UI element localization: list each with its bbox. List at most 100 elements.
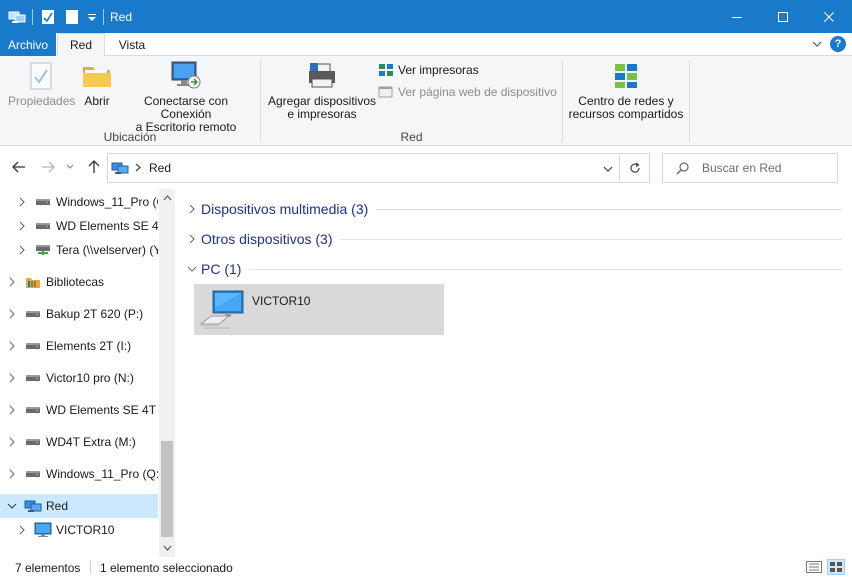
web-page-icon	[378, 86, 393, 98]
centro-de-redes-button[interactable]: Centro de redes y recursos compartidos	[565, 60, 687, 121]
breadcrumb-red[interactable]: Red	[149, 161, 171, 175]
network-icon	[110, 158, 130, 178]
chevron-right-icon[interactable]	[16, 220, 28, 232]
chevron-right-icon[interactable]	[6, 468, 18, 480]
nav-item-wd4t-extra[interactable]: WD4T Extra (M:)	[0, 430, 158, 454]
nav-item-label: Red	[46, 499, 69, 513]
details-view-icon	[806, 561, 822, 573]
minimize-icon	[732, 16, 742, 18]
item-label: VICTOR10	[252, 294, 311, 308]
address-bar[interactable]: Red	[107, 153, 650, 183]
ver-impresoras-button[interactable]: Ver impresoras	[378, 63, 479, 77]
maximize-button[interactable]	[760, 0, 806, 33]
tab-vista[interactable]: Vista	[108, 33, 156, 56]
chevron-down-icon[interactable]	[6, 500, 18, 512]
new-folder-icon[interactable]	[63, 8, 81, 26]
nav-item-wd-elements-se-4t-v[interactable]: WD Elements SE 4T (V	[0, 398, 158, 422]
properties-icon[interactable]	[39, 8, 57, 26]
chevron-right-icon	[186, 204, 198, 214]
printer-icon	[306, 60, 338, 92]
nav-item-bakup-2t-620[interactable]: Bakup 2T 620 (P:)	[0, 302, 158, 326]
large-icons-view-button[interactable]	[827, 559, 845, 575]
search-icon	[675, 161, 689, 175]
nav-item-windows11-q[interactable]: Windows_11_Pro (Q	[0, 190, 158, 214]
scroll-down-button[interactable]	[159, 541, 175, 555]
chevron-down-icon	[163, 545, 171, 551]
conectar-escritorio-remoto-button[interactable]: Conectarse con Conexión a Escritorio rem…	[118, 60, 254, 134]
item-victor10[interactable]: VICTOR10	[194, 284, 444, 335]
search-box[interactable]	[662, 153, 838, 183]
network-icon[interactable]	[8, 8, 26, 26]
chevron-right-icon[interactable]	[6, 372, 18, 384]
chevron-up-icon	[163, 195, 171, 201]
group-header-pc[interactable]: PC (1)	[186, 258, 842, 280]
group-divider	[340, 238, 842, 240]
chevron-down-icon	[603, 166, 613, 172]
arrow-up-icon	[88, 160, 100, 173]
nav-item-tera-velserver[interactable]: Tera (\\velserver) (Y:	[0, 238, 158, 262]
nav-item-label: VICTOR10	[56, 523, 115, 537]
recent-locations-button[interactable]	[64, 157, 76, 177]
ribbon-separator	[689, 60, 690, 142]
nav-item-label: Victor10 pro (N:)	[46, 371, 134, 385]
back-button[interactable]	[9, 157, 29, 177]
nav-item-bibliotecas[interactable]: Bibliotecas	[0, 270, 158, 294]
remote-desktop-icon	[170, 60, 202, 92]
ribbon-group-red: Agregar dispositivos e impresoras Ver im…	[261, 56, 562, 146]
refresh-icon	[629, 162, 640, 173]
group-divider	[376, 208, 842, 210]
nav-item-victor10[interactable]: VICTOR10	[0, 518, 158, 542]
chevron-right-icon[interactable]	[6, 340, 18, 352]
chevron-down-icon[interactable]	[87, 8, 97, 26]
ver-pagina-web-button[interactable]: Ver página web de dispositivo	[378, 85, 557, 99]
minimize-button[interactable]	[714, 0, 760, 33]
drive-icon	[24, 306, 42, 322]
nav-item-red[interactable]: Red	[0, 494, 158, 518]
nav-item-windows11-q2[interactable]: Windows_11_Pro (Q:)	[0, 462, 158, 486]
chevron-down-icon	[186, 266, 198, 272]
group-header-multimedia[interactable]: Dispositivos multimedia (3)	[186, 198, 842, 220]
drive-icon	[24, 338, 42, 354]
nav-item-label: Windows_11_Pro (Q:)	[46, 467, 158, 481]
nav-item-label: WD Elements SE 4T (	[56, 219, 158, 233]
abrir-button[interactable]: Abrir	[80, 60, 114, 108]
chevron-right-icon[interactable]	[6, 436, 18, 448]
scroll-thumb[interactable]	[161, 441, 173, 537]
tab-red[interactable]: Red	[57, 33, 105, 57]
separator	[103, 8, 104, 25]
address-dropdown-button[interactable]	[603, 161, 613, 175]
drive-icon	[34, 194, 52, 210]
nav-item-label: Tera (\\velserver) (Y:	[56, 243, 158, 257]
chevron-right-icon[interactable]	[16, 196, 28, 208]
status-bar: 7 elementos 1 elemento seleccionado	[0, 557, 852, 578]
close-button[interactable]	[806, 0, 852, 33]
forward-button[interactable]	[38, 157, 58, 177]
nav-item-label: Bibliotecas	[46, 275, 105, 289]
group-header-otros[interactable]: Otros dispositivos (3)	[186, 228, 842, 250]
network-center-icon	[610, 60, 642, 92]
search-input[interactable]	[702, 161, 832, 175]
nav-item-wd-elements-se-4t[interactable]: WD Elements SE 4T (	[0, 214, 158, 238]
help-icon[interactable]: ?	[830, 36, 846, 52]
nav-scrollbar[interactable]	[159, 189, 175, 557]
chevron-right-icon[interactable]	[6, 404, 18, 416]
refresh-button[interactable]	[619, 154, 649, 182]
chevron-right-icon[interactable]	[6, 308, 18, 320]
propiedades-button[interactable]: Propiedades	[8, 60, 75, 108]
breadcrumb-chevron-icon[interactable]	[135, 161, 141, 175]
drive-icon	[24, 402, 42, 418]
drive-icon	[34, 218, 52, 234]
chevron-right-icon[interactable]	[16, 524, 28, 536]
chevron-right-icon[interactable]	[16, 244, 28, 256]
tab-archivo[interactable]: Archivo	[0, 33, 56, 56]
nav-item-victor10-pro[interactable]: Victor10 pro (N:)	[0, 366, 158, 390]
expand-ribbon-button[interactable]	[812, 41, 822, 47]
ribbon-controls: ?	[812, 36, 846, 52]
details-view-button[interactable]	[806, 560, 822, 574]
chevron-right-icon[interactable]	[6, 276, 18, 288]
nav-item-elements-2t[interactable]: Elements 2T (I:)	[0, 334, 158, 358]
agregar-dispositivos-button[interactable]: Agregar dispositivos e impresoras	[265, 60, 379, 121]
up-button[interactable]	[84, 157, 104, 177]
scroll-up-button[interactable]	[159, 191, 175, 205]
drive-icon	[24, 370, 42, 386]
